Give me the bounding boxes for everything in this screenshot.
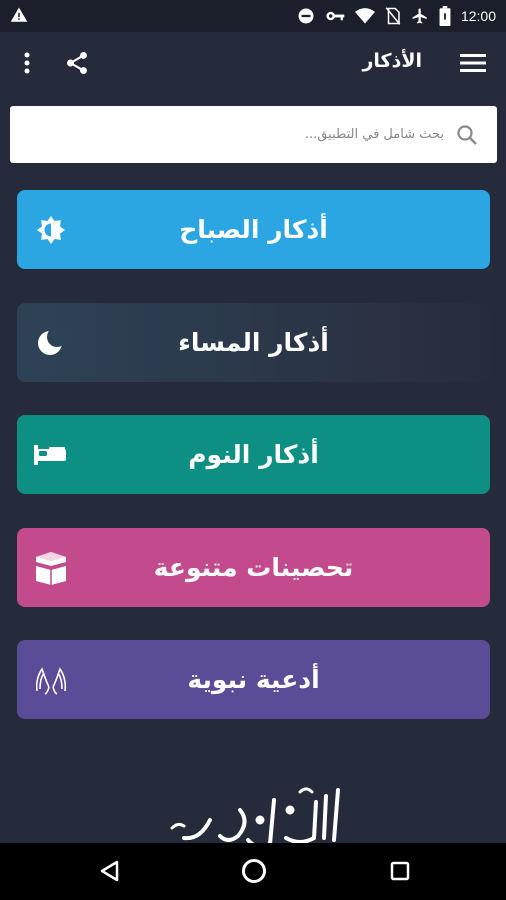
search-bar[interactable] xyxy=(10,106,497,163)
moon-icon xyxy=(33,325,69,361)
card-label: أذكار النوم xyxy=(188,440,319,469)
more-vert-icon xyxy=(24,52,30,74)
navigation-bar xyxy=(0,843,506,900)
praying-hands-icon xyxy=(33,662,69,698)
card-label: أذكار المساء xyxy=(178,328,329,357)
home-icon xyxy=(242,859,266,883)
menu-icon xyxy=(460,54,486,72)
search-icon xyxy=(457,125,477,145)
wifi-icon xyxy=(354,7,375,25)
nav-home-button[interactable] xyxy=(239,856,269,886)
card-sleep-adhkar[interactable]: أذكار النوم xyxy=(17,415,490,494)
card-label: تحصينات متنوعة xyxy=(153,553,354,582)
card-prophetic-duas[interactable]: أدعية نبوية xyxy=(17,640,490,719)
card-fortifications[interactable]: تحصينات متنوعة xyxy=(17,528,490,607)
share-button[interactable] xyxy=(60,46,94,80)
back-icon xyxy=(100,860,119,882)
status-time: 12:00 xyxy=(460,8,496,24)
page-title: الأذكار xyxy=(362,50,422,72)
menu-button[interactable] xyxy=(458,48,488,78)
more-options-button[interactable] xyxy=(12,48,42,78)
sun-icon xyxy=(33,212,69,248)
card-label: أذكار الصباح xyxy=(179,215,328,244)
no-sim-icon xyxy=(385,7,401,25)
nav-recents-button[interactable] xyxy=(385,856,415,886)
recents-icon xyxy=(390,861,410,881)
dnd-icon xyxy=(297,7,315,25)
share-icon xyxy=(67,51,87,75)
card-label: أدعية نبوية xyxy=(187,665,320,694)
airplane-icon xyxy=(411,7,429,25)
warning-icon xyxy=(10,6,28,24)
nav-back-button[interactable] xyxy=(94,856,124,886)
search-input[interactable] xyxy=(20,106,450,163)
bed-icon xyxy=(33,437,69,473)
key-icon xyxy=(325,7,345,25)
card-evening-adhkar[interactable]: أذكار المساء xyxy=(17,303,490,382)
kaaba-icon xyxy=(33,550,69,586)
calligraphy-logo xyxy=(150,780,370,844)
card-morning-adhkar[interactable]: أذكار الصباح xyxy=(17,190,490,269)
app-bar: الأذكار xyxy=(0,32,506,94)
battery-icon xyxy=(439,6,451,26)
status-bar: 12:00 xyxy=(0,0,506,32)
